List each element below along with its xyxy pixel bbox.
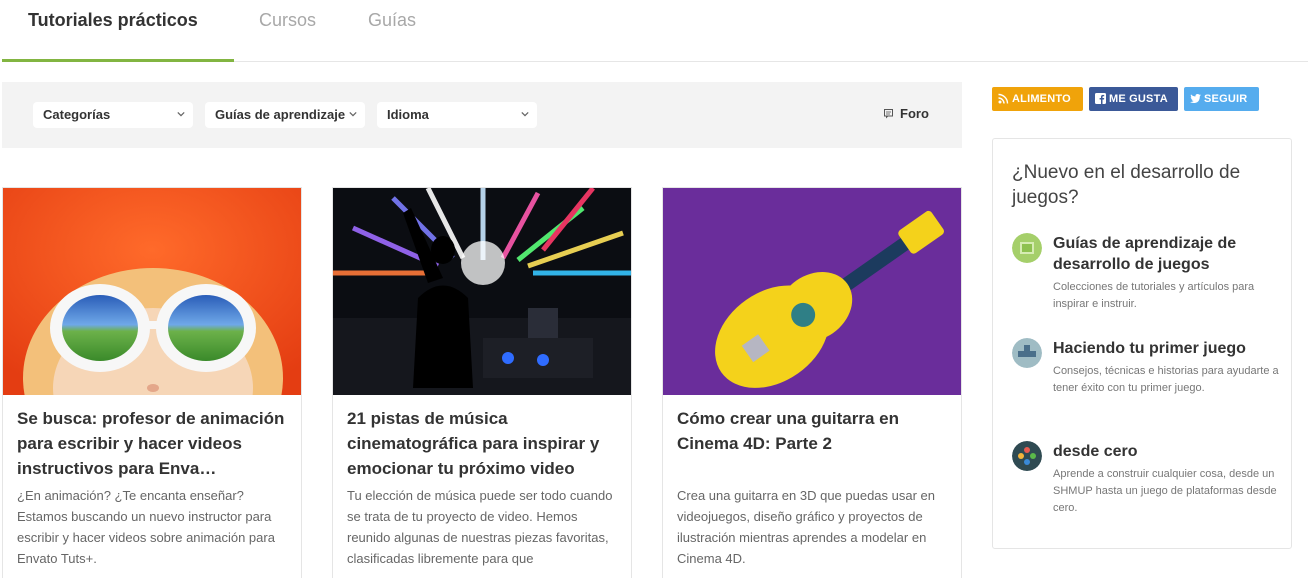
sidebar-item-title[interactable]: Guías de aprendizaje de desarrollo de ju… xyxy=(1053,233,1283,275)
categories-select-label: Categorías xyxy=(43,107,111,122)
card-description: ¿En animación? ¿Te encanta enseñar? Esta… xyxy=(17,488,275,566)
article-card: Cómo crear una guitarra en Cinema 4D: Pa… xyxy=(662,187,962,578)
sidebar-item-description: Colecciones de tutoriales y artículos pa… xyxy=(1053,281,1255,310)
chevron-down-icon xyxy=(349,111,357,117)
tab-tutorials[interactable]: Tutoriales prácticos xyxy=(2,0,234,62)
card-image-concert[interactable] xyxy=(333,188,631,395)
card-title[interactable]: Se busca: profesor de animación para esc… xyxy=(17,406,293,481)
article-card: 21 pistas de música cinematográfica para… xyxy=(332,187,632,578)
facebook-label: ME GUSTA xyxy=(1109,93,1168,105)
tab-courses[interactable]: Cursos xyxy=(259,0,316,62)
facebook-like-button[interactable]: ME GUSTA xyxy=(1089,87,1178,111)
sidebar-item-title[interactable]: desde cero xyxy=(1053,441,1283,462)
card-title[interactable]: Cómo crear una guitarra en Cinema 4D: Pa… xyxy=(677,406,953,456)
twitter-follow-button[interactable]: SEGUIR xyxy=(1184,87,1259,111)
forum-link[interactable]: Foro xyxy=(884,106,929,121)
sidebar-item-title[interactable]: Haciendo tu primer juego xyxy=(1053,338,1283,359)
categories-select[interactable]: Categorías xyxy=(33,102,193,128)
language-select-label: Idioma xyxy=(387,107,429,122)
twitter-icon xyxy=(1190,94,1201,103)
language-select[interactable]: Idioma xyxy=(377,102,537,128)
gamepad-buttons-icon xyxy=(1012,441,1042,471)
card-image-sunglasses[interactable] xyxy=(3,188,301,395)
sidebar-item-description: Consejos, técnicas e historias para ayud… xyxy=(1053,365,1279,394)
rss-button[interactable]: ALIMENTO xyxy=(992,87,1083,111)
guides-select-label: Guías de aprendizaje xyxy=(215,107,346,122)
chevron-down-icon xyxy=(177,111,185,117)
sidebar-title: ¿Nuevo en el desarrollo de juegos? xyxy=(1012,162,1241,208)
guides-icon xyxy=(1012,233,1042,263)
tab-bar: Tutoriales prácticos Cursos Guías xyxy=(2,0,1308,62)
guitar-illustration xyxy=(663,188,961,395)
rss-icon xyxy=(998,93,1009,104)
tab-guides[interactable]: Guías xyxy=(368,0,416,62)
forum-label: Foro xyxy=(900,106,929,121)
article-card: Se busca: profesor de animación para esc… xyxy=(2,187,302,578)
sidebar-item-description: Aprende a construir cualquier cosa, desd… xyxy=(1053,468,1277,514)
rss-label: ALIMENTO xyxy=(1012,93,1071,105)
comment-icon xyxy=(884,109,893,119)
guides-select[interactable]: Guías de aprendizaje xyxy=(205,102,365,128)
gamedev-sidebar: ¿Nuevo en el desarrollo de juegos? Guías… xyxy=(992,138,1292,549)
twitter-label: SEGUIR xyxy=(1204,93,1248,105)
chevron-down-icon xyxy=(521,111,529,117)
sunglasses-illustration xyxy=(3,188,301,395)
card-description: Tu elección de música puede ser todo cua… xyxy=(347,488,613,566)
facebook-icon xyxy=(1095,93,1106,104)
card-image-guitar[interactable] xyxy=(663,188,961,395)
filter-bar: Categorías Guías de aprendizaje Idioma F… xyxy=(2,82,962,148)
tetris-block-icon xyxy=(1012,338,1042,368)
concert-illustration xyxy=(333,188,631,395)
card-description: Crea una guitarra en 3D que puedas usar … xyxy=(677,488,936,566)
card-title[interactable]: 21 pistas de música cinematográfica para… xyxy=(347,406,623,481)
